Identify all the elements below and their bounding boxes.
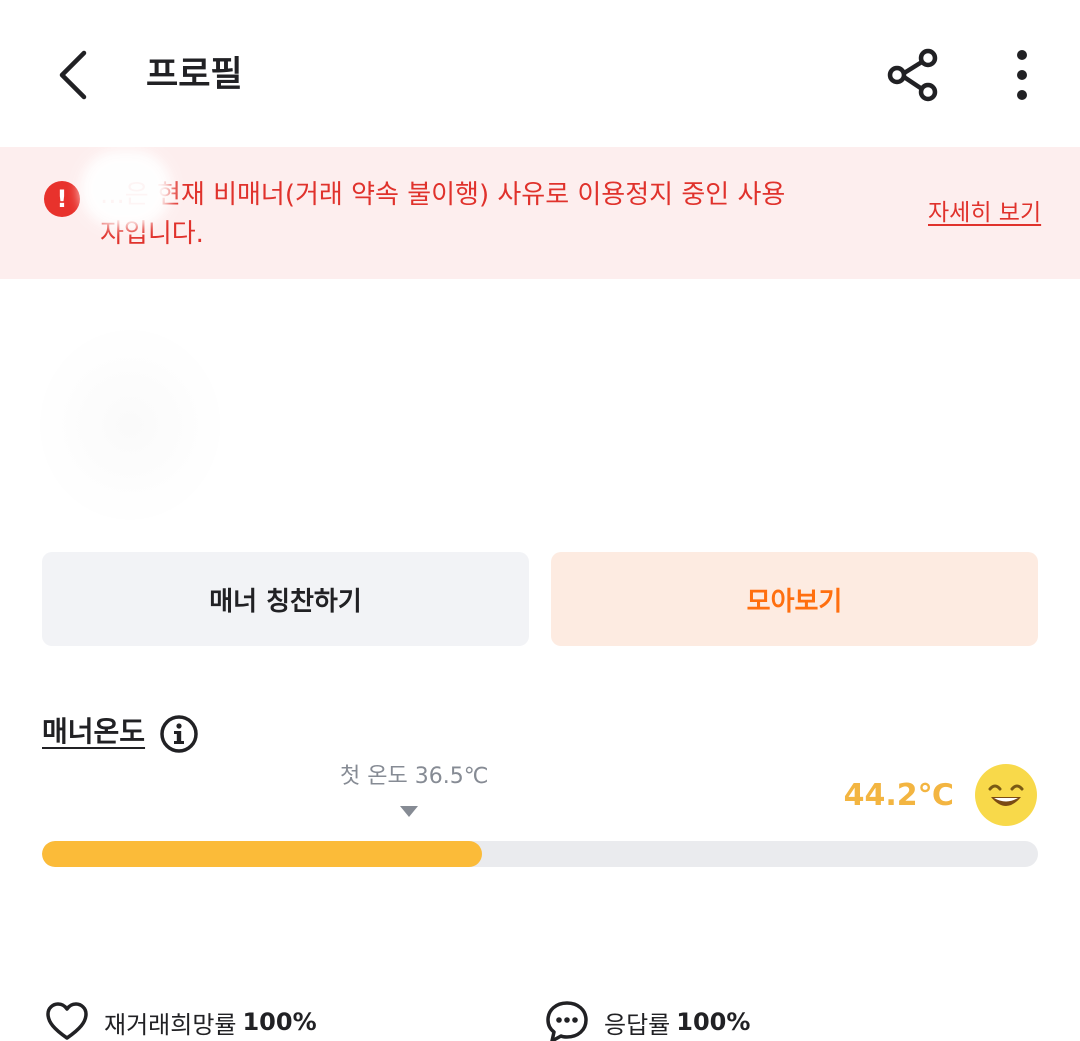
rebuy-rate-value: 100% <box>242 1008 317 1036</box>
smiling-face-icon <box>975 764 1037 826</box>
first-temperature-label: 첫 온도 36.5℃ <box>340 764 489 789</box>
info-icon[interactable] <box>159 714 199 754</box>
more-options-button[interactable] <box>996 38 1048 112</box>
details-link[interactable]: 자세히 보기 <box>928 196 1041 230</box>
share-icon <box>887 48 938 102</box>
chevron-left-icon <box>59 50 87 100</box>
redacted-username <box>80 150 172 228</box>
manner-temperature-value: 44.2℃ <box>843 778 954 813</box>
alert-icon: ! <box>44 181 80 217</box>
rebuy-rate-stat: 재거래희망률 100% <box>44 1000 317 1041</box>
back-button[interactable] <box>40 40 104 110</box>
manner-temperature-title[interactable]: 매너온도 <box>42 712 145 752</box>
top-app-bar: 프로필 <box>0 0 1080 147</box>
page-title: 프로필 <box>146 55 243 95</box>
heart-icon <box>46 1002 88 1040</box>
collect-view-button[interactable]: 모아보기 <box>551 552 1038 646</box>
response-rate-value: 100% <box>676 1008 751 1036</box>
suspension-warning-text: ...은 현재 비매너(거래 약속 불이행) 사유로 이용정지 중인 사용자입니… <box>100 180 786 249</box>
more-vertical-icon <box>1017 50 1027 100</box>
manner-temperature-bar-fill <box>42 841 483 867</box>
response-rate-stat: 응답률 100% <box>544 1000 750 1041</box>
response-rate-label: 응답률 <box>604 1010 671 1039</box>
profile-avatar <box>40 330 220 520</box>
chat-bubble-icon <box>546 1001 588 1041</box>
first-temperature-marker <box>400 806 418 817</box>
praise-manner-button[interactable]: 매너 칭찬하기 <box>42 552 529 646</box>
rebuy-rate-label: 재거래희망률 <box>104 1010 237 1039</box>
manner-temperature-bar <box>42 841 1038 867</box>
share-button[interactable] <box>876 38 950 112</box>
